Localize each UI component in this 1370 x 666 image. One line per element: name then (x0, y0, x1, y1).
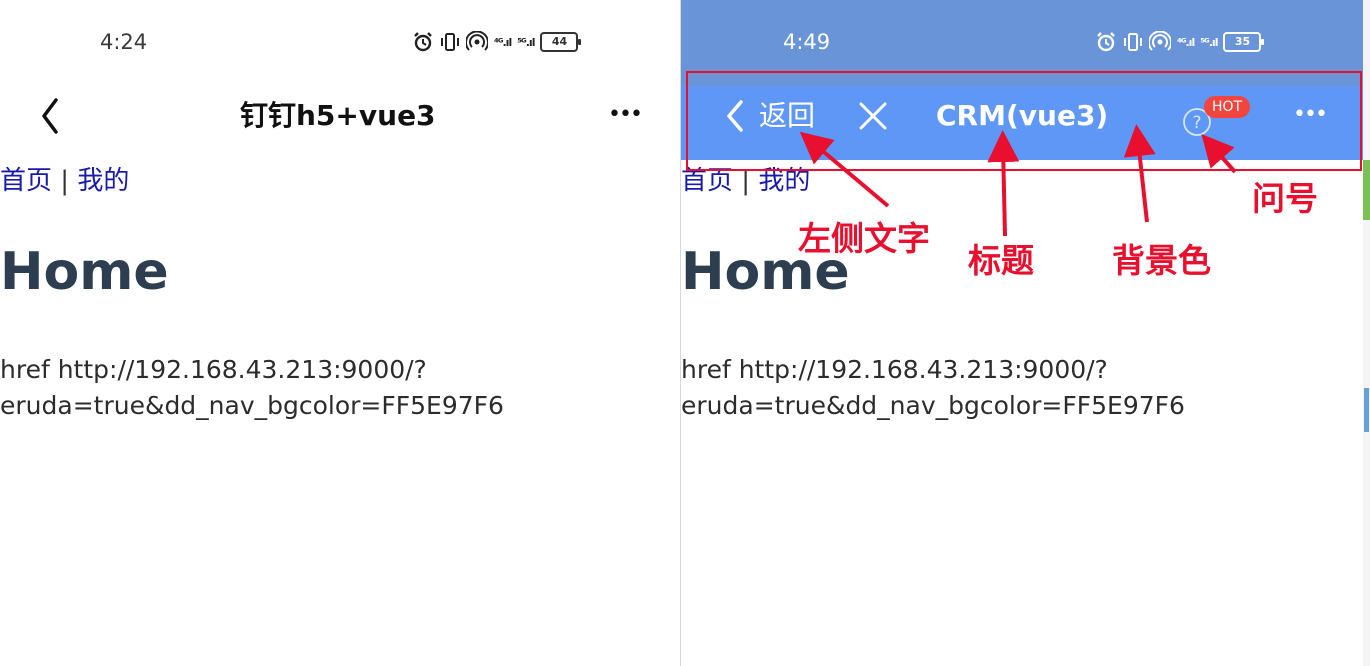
edge-blue-strip (1364, 388, 1369, 432)
nav-bar: 钉钉h5+vue3 ••• (0, 86, 680, 160)
adjacent-window-edge (1363, 0, 1370, 666)
router-links: 首页 | 我的 (0, 160, 129, 197)
signal-icon: ⁴ᴳ.ıl (1177, 35, 1195, 49)
status-icons: ⁴ᴳ.ıl ⁵ᴳ.ıl 44 (412, 31, 582, 53)
annotation-title: 标题 (968, 241, 1034, 280)
signal-icon-5g: ⁵ᴳ.ıl (1200, 35, 1218, 49)
link-separator: | (60, 166, 70, 196)
href-text: href http://192.168.43.213:9000/? eruda=… (0, 352, 504, 424)
edge-green-strip (1363, 160, 1370, 220)
signal-icon-5g: ⁵ᴳ.ıl (517, 35, 535, 49)
page-heading: Home (0, 242, 169, 302)
link-mine[interactable]: 我的 (77, 166, 129, 196)
href-line-2: eruda=true&dd_nav_bgcolor=FF5E97F6 (0, 391, 504, 420)
battery-indicator: 44 (540, 32, 582, 52)
alarm-icon (1097, 32, 1115, 52)
status-time: 4:24 (100, 30, 148, 54)
more-menu-icon[interactable]: ••• (608, 102, 643, 127)
status-icons: ⁴ᴳ.ıl ⁵ᴳ.ıl 35 (1095, 31, 1265, 53)
annotation-highlight-box (686, 71, 1362, 171)
annotation-left-text: 左侧文字 (798, 219, 930, 258)
hotspot-icon (1149, 31, 1171, 51)
href-line-1: href http://192.168.43.213:9000/? (681, 355, 1108, 384)
href-text: href http://192.168.43.213:9000/? eruda=… (681, 352, 1185, 424)
status-bar: 4:24 ⁴ᴳ.ıl ⁵ᴳ.ıl 44 (0, 0, 680, 86)
vibrate-icon (1124, 33, 1142, 51)
back-chevron-icon[interactable] (36, 96, 66, 136)
left-phone-screen: 4:24 ⁴ᴳ.ıl ⁵ᴳ.ıl 44 钉钉h5+vue3 ••• 首页 | 我… (0, 0, 680, 666)
status-time: 4:49 (783, 30, 831, 54)
signal-icon: ⁴ᴳ.ıl (494, 35, 512, 49)
hotspot-icon (466, 31, 488, 51)
vibrate-icon (441, 33, 459, 51)
href-line-2: eruda=true&dd_nav_bgcolor=FF5E97F6 (681, 391, 1185, 420)
annotation-background: 背景色 (1112, 241, 1211, 280)
annotation-question: 问号 (1252, 179, 1318, 218)
nav-title: 钉钉h5+vue3 (240, 99, 436, 132)
link-home[interactable]: 首页 (0, 166, 52, 196)
battery-indicator: 35 (1223, 32, 1265, 52)
href-line-1: href http://192.168.43.213:9000/? (0, 355, 427, 384)
alarm-icon (414, 32, 432, 52)
